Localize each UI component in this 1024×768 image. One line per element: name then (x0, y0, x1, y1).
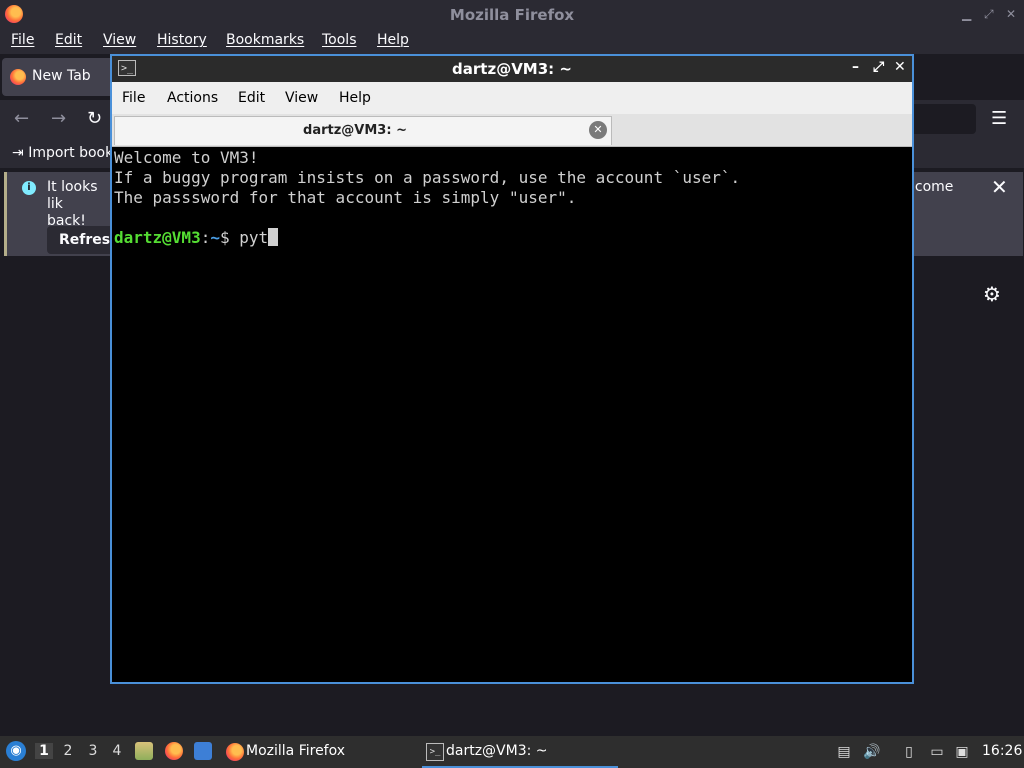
task-firefox[interactable]: Mozilla Firefox (222, 736, 418, 768)
update-icon[interactable]: ▣ (953, 743, 971, 761)
firefox-tab-icon (10, 69, 26, 85)
notes-icon[interactable]: ▯ (900, 743, 918, 761)
import-icon: ⇥ (12, 145, 24, 161)
minimize-icon[interactable]: ▁ (962, 7, 971, 21)
tab-new-tab[interactable]: New Tab (2, 58, 122, 96)
workspace-2[interactable]: 2 (59, 743, 77, 759)
tab-close-icon[interactable]: ✕ (589, 121, 607, 139)
terminal-close-icon[interactable]: ✕ (894, 59, 906, 75)
firefox-launcher-icon[interactable] (165, 742, 183, 760)
prompt-line[interactable]: dartz@VM3:~$ pyt (114, 228, 910, 248)
close-icon[interactable]: ✕ (1006, 7, 1016, 21)
terminal-maximize-icon[interactable]: ⤢ (873, 59, 884, 75)
maximize-icon[interactable]: ⤢ (984, 7, 994, 22)
network-icon[interactable]: ▭ (928, 743, 946, 761)
terminal-window-title: dartz@VM3: ~ (452, 60, 572, 78)
task-terminal-label: dartz@VM3: ~ (446, 743, 548, 759)
prompt-symbol: $ (219, 228, 240, 247)
notification-text: It looks lik back! (47, 179, 117, 230)
workspace-3[interactable]: 3 (84, 743, 102, 759)
clipboard-icon[interactable]: ▤ (835, 743, 853, 761)
workspace-1[interactable]: 1 (35, 743, 53, 759)
taskbar: ◉ 1 2 3 4 Mozilla Firefox >_ dartz@VM3: … (0, 736, 1024, 768)
start-menu-icon[interactable]: ◉ (6, 741, 26, 761)
terminal-tab-label: dartz@VM3: ~ (303, 123, 407, 138)
tab-label: New Tab (32, 68, 91, 84)
terminal-minimize-icon[interactable]: – (852, 59, 859, 75)
menu-bookmarks[interactable]: Bookmarks (226, 32, 304, 48)
task-terminal[interactable]: >_ dartz@VM3: ~ (422, 736, 618, 768)
notification-text-end: lcome (911, 179, 954, 195)
desktop-launcher-icon[interactable] (194, 742, 212, 760)
workspace-4[interactable]: 4 (108, 743, 126, 759)
terminal-titlebar[interactable]: >_ dartz@VM3: ~ – ⤢ ✕ (112, 56, 912, 82)
volume-icon[interactable]: 🔊 (863, 743, 881, 761)
gear-icon[interactable]: ⚙ (983, 282, 1001, 306)
back-icon[interactable]: ← (14, 108, 29, 129)
firefox-window-title: Mozilla Firefox (449, 6, 575, 24)
prompt-separator: : (200, 228, 211, 247)
terminal-output[interactable]: Welcome to VM3! If a buggy program insis… (114, 148, 910, 682)
command-input[interactable]: pyt (239, 228, 268, 247)
terminal-window: >_ dartz@VM3: ~ – ⤢ ✕ File Actions Edit … (110, 54, 914, 684)
menu-tools[interactable]: Tools (322, 32, 357, 48)
output-line: If a buggy program insists on a password… (114, 168, 741, 187)
output-line: Welcome to VM3! (114, 148, 259, 167)
menu-history[interactable]: History (157, 32, 207, 48)
clock: 16:26 (982, 743, 1023, 759)
notification-text-line1: It looks lik (47, 179, 98, 212)
terminal-menu-view[interactable]: View (285, 90, 318, 106)
menu-view[interactable]: View (103, 32, 136, 48)
menu-file[interactable]: File (11, 32, 34, 48)
menu-help[interactable]: Help (377, 32, 409, 48)
import-bookmarks-button[interactable]: ⇥ Import book (12, 145, 113, 161)
hamburger-menu-icon[interactable]: ☰ (991, 108, 1007, 129)
terminal-tabbar: dartz@VM3: ~ ✕ (112, 114, 912, 147)
forward-icon[interactable]: → (51, 108, 66, 129)
terminal-menubar: File Actions Edit View Help (112, 82, 912, 114)
terminal-menu-edit[interactable]: Edit (238, 90, 265, 106)
terminal-tab[interactable]: dartz@VM3: ~ ✕ (114, 116, 612, 145)
file-manager-launcher-icon[interactable] (135, 742, 153, 760)
terminal-menu-help[interactable]: Help (339, 90, 371, 106)
firefox-menubar: File Edit View History Bookmarks Tools H… (0, 28, 1024, 54)
reload-icon[interactable]: ↻ (87, 108, 102, 129)
text-cursor (268, 228, 279, 246)
menu-edit[interactable]: Edit (55, 32, 82, 48)
terminal-menu-file[interactable]: File (122, 90, 145, 106)
output-line: The passsword for that account is simply… (114, 188, 577, 207)
prompt-path: ~ (210, 228, 220, 247)
terminal-icon: >_ (426, 743, 444, 761)
info-icon: i (22, 181, 36, 195)
close-notification-icon[interactable]: ✕ (991, 175, 1008, 199)
task-firefox-label: Mozilla Firefox (246, 743, 346, 759)
import-bookmarks-label: Import book (28, 145, 114, 161)
firefox-titlebar: Mozilla Firefox ▁ ⤢ ✕ (0, 0, 1024, 28)
prompt-user-host: dartz@VM3 (114, 228, 201, 247)
terminal-menu-actions[interactable]: Actions (167, 90, 218, 106)
firefox-icon (226, 743, 244, 761)
